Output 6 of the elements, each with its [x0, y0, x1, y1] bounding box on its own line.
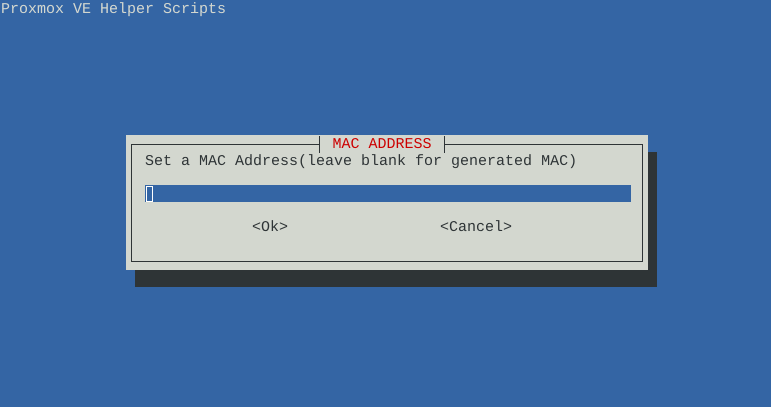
prompt-text: Set a MAC Address(leave blank for generated MAC)	[145, 153, 578, 170]
screen-title: Proxmox VE Helper Scripts	[0, 0, 226, 17]
dialog-button[interactable]: <Ok>	[252, 219, 288, 236]
dialog-title: MAC ADDRESS	[319, 136, 445, 153]
dialog-button[interactable]: <Cancel>	[440, 219, 512, 236]
input-field[interactable]	[145, 185, 631, 202]
